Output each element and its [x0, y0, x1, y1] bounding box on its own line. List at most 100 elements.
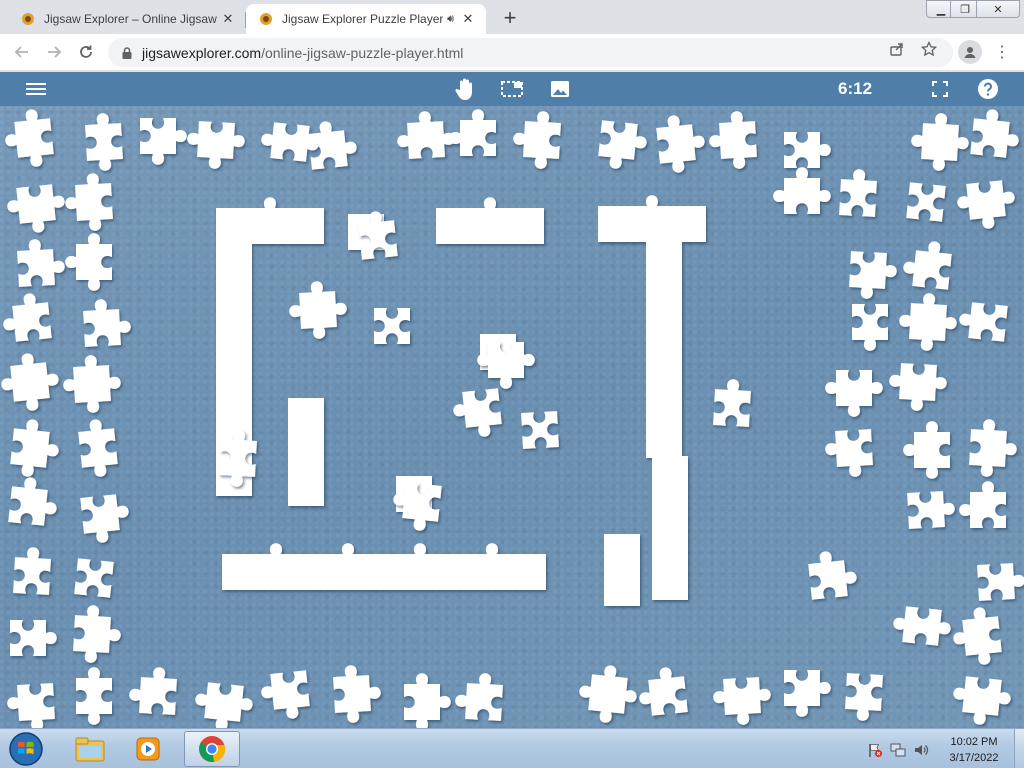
puzzle-piece[interactable]: [288, 280, 349, 341]
puzzle-piece[interactable]: [128, 666, 177, 715]
hand-icon[interactable]: [452, 77, 478, 101]
puzzle-piece[interactable]: [402, 543, 438, 590]
close-window-button[interactable]: ✕: [976, 0, 1020, 18]
puzzle-canvas[interactable]: [0, 106, 1024, 728]
chrome-icon[interactable]: [184, 731, 240, 767]
puzzle-piece[interactable]: [888, 363, 948, 413]
puzzle-piece[interactable]: [898, 292, 959, 353]
assembled-piece-group[interactable]: [646, 206, 682, 458]
close-tab-icon[interactable]: ✕: [460, 11, 476, 27]
help-icon[interactable]: [975, 77, 1001, 101]
puzzle-piece[interactable]: [969, 418, 1019, 478]
puzzle-piece[interactable]: [713, 378, 751, 427]
puzzle-piece[interactable]: [259, 670, 310, 721]
puzzle-piece[interactable]: [845, 673, 883, 722]
puzzle-piece[interactable]: [6, 683, 55, 728]
puzzle-piece[interactable]: [396, 110, 456, 160]
puzzle-piece[interactable]: [907, 491, 956, 529]
puzzle-piece[interactable]: [807, 548, 858, 600]
puzzle-piece[interactable]: [83, 298, 132, 347]
loose-pieces[interactable]: [0, 107, 1024, 728]
puzzle-piece[interactable]: [849, 251, 898, 300]
puzzle-piece[interactable]: [74, 558, 114, 598]
puzzle-piece[interactable]: [10, 620, 57, 656]
system-clock[interactable]: 10:02 PM 3/17/2022: [938, 734, 1010, 766]
puzzle-piece[interactable]: [85, 112, 124, 171]
image-preview-icon[interactable]: [547, 77, 573, 101]
puzzle-piece[interactable]: [839, 168, 877, 217]
audio-playing-icon[interactable]: 🔊︎: [447, 13, 454, 26]
start-button[interactable]: [6, 730, 46, 768]
volume-icon[interactable]: [913, 742, 929, 758]
puzzle-piece[interactable]: [597, 120, 648, 171]
puzzle-piece[interactable]: [73, 604, 123, 664]
puzzle-piece[interactable]: [76, 667, 112, 725]
puzzle-piece[interactable]: [906, 182, 946, 222]
puzzle-piece[interactable]: [374, 308, 410, 344]
puzzle-piece[interactable]: [576, 662, 639, 725]
network-icon[interactable]: [890, 742, 906, 758]
puzzle-piece[interactable]: [258, 543, 294, 590]
puzzle-piece[interactable]: [252, 197, 288, 244]
puzzle-piece[interactable]: [17, 238, 66, 287]
assembled-pieces[interactable]: [216, 195, 706, 606]
puzzle-piece[interactable]: [307, 118, 358, 170]
puzzle-piece[interactable]: [80, 493, 131, 544]
puzzle-piece[interactable]: [449, 109, 496, 156]
puzzle-piece[interactable]: [13, 546, 51, 595]
puzzle-piece[interactable]: [950, 675, 1012, 728]
puzzle-piece[interactable]: [910, 112, 971, 173]
bookmark-star-icon[interactable]: [920, 40, 938, 58]
puzzle-piece[interactable]: [5, 183, 67, 236]
puzzle-piece[interactable]: [970, 107, 1021, 158]
puzzle-piece[interactable]: [8, 475, 59, 526]
fullscreen-icon[interactable]: [927, 77, 953, 101]
puzzle-piece[interactable]: [773, 167, 831, 214]
puzzle-piece[interactable]: [0, 291, 52, 342]
puzzle-piece[interactable]: [655, 112, 708, 174]
menu-icon[interactable]: [23, 77, 49, 101]
puzzle-board[interactable]: [0, 106, 1024, 728]
puzzle-piece[interactable]: [636, 665, 688, 716]
forward-button[interactable]: [41, 39, 67, 65]
puzzle-piece[interactable]: [2, 107, 55, 169]
address-bar[interactable]: jigsawexplorer.com/online-jigsaw-puzzle-…: [108, 38, 953, 67]
puzzle-piece[interactable]: [62, 354, 123, 415]
show-desktop-button[interactable]: [1014, 729, 1024, 768]
puzzle-piece[interactable]: [521, 411, 559, 449]
puzzle-piece[interactable]: [901, 238, 952, 290]
puzzle-piece[interactable]: [330, 543, 366, 590]
puzzle-piece[interactable]: [472, 197, 508, 244]
selection-box-icon[interactable]: [499, 77, 525, 101]
puzzle-piece[interactable]: [903, 421, 950, 479]
puzzle-piece[interactable]: [451, 388, 502, 439]
media-player-icon[interactable]: [120, 731, 176, 767]
close-tab-icon[interactable]: ✕: [220, 11, 236, 27]
puzzle-piece[interactable]: [140, 118, 187, 165]
puzzle-piece[interactable]: [959, 481, 1006, 528]
puzzle-piece[interactable]: [474, 543, 510, 590]
puzzle-piece[interactable]: [784, 132, 831, 168]
puzzle-piece[interactable]: [852, 304, 888, 351]
puzzle-piece[interactable]: [77, 417, 119, 478]
puzzle-piece[interactable]: [64, 172, 114, 232]
puzzle-piece[interactable]: [824, 429, 873, 478]
puzzle-piece[interactable]: [333, 664, 383, 724]
puzzle-piece[interactable]: [957, 301, 1008, 342]
puzzle-piece[interactable]: [712, 677, 772, 727]
puzzle-piece[interactable]: [784, 670, 831, 717]
back-button[interactable]: [9, 39, 35, 65]
puzzle-piece[interactable]: [955, 179, 1017, 232]
action-center-flag-icon[interactable]: [867, 742, 883, 758]
puzzle-piece[interactable]: [950, 605, 1003, 667]
puzzle-piece[interactable]: [512, 110, 562, 170]
puzzle-piece[interactable]: [977, 563, 1024, 601]
tab-jigsaw-explorer-home[interactable]: Jigsaw Explorer – Online Jigsaw P ✕: [8, 4, 246, 34]
puzzle-piece[interactable]: [891, 605, 952, 647]
puzzle-piece[interactable]: [9, 417, 62, 479]
tab-puzzle-player[interactable]: Jigsaw Explorer Puzzle Player 🔊︎ ✕: [246, 4, 486, 34]
new-tab-button[interactable]: +: [498, 5, 522, 30]
reload-button[interactable]: [73, 39, 99, 65]
browser-menu-icon[interactable]: ⋮: [992, 41, 1012, 63]
profile-avatar-icon[interactable]: [958, 40, 982, 64]
